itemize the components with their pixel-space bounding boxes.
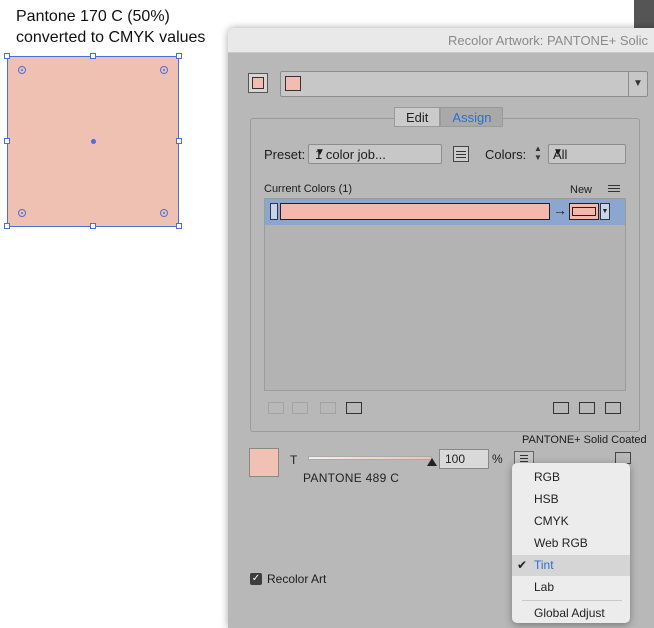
color-list-menu-icon[interactable] <box>608 185 620 193</box>
menu-item-cmyk[interactable]: CMYK <box>512 511 630 532</box>
color-name: PANTONE 489 C <box>303 471 400 485</box>
find-color-icon[interactable] <box>605 402 621 414</box>
color-mode-menu: RGB HSB CMYK Web RGB ✔ Tint Lab Global Ad… <box>512 463 630 623</box>
menu-item-web-rgb[interactable]: Web RGB <box>512 533 630 554</box>
chevron-down-icon: ▼ <box>553 147 563 158</box>
new-color-swatch[interactable] <box>569 203 599 220</box>
preset-select[interactable]: 1 color job... ▼ <box>308 144 442 164</box>
colors-select[interactable]: All ▼ <box>548 144 626 164</box>
tint-slider[interactable] <box>308 456 432 460</box>
color-row[interactable]: → ▼ <box>265 199 625 225</box>
menu-item-label: Web RGB <box>534 536 588 550</box>
selection-handle[interactable] <box>4 138 10 144</box>
colors-stepper[interactable]: ▲ ▼ <box>532 144 544 164</box>
selection-handle[interactable] <box>90 53 96 59</box>
menu-item-lab[interactable]: Lab <box>512 577 630 598</box>
tint-value-field[interactable]: 100 <box>439 449 489 469</box>
preset-label: Preset: <box>264 147 306 162</box>
tint-slider-thumb[interactable] <box>427 458 437 466</box>
color-list-tools <box>268 402 624 418</box>
percent-label: % <box>492 452 503 466</box>
exclude-colors-icon[interactable] <box>320 402 336 414</box>
selection-handle[interactable] <box>176 53 182 59</box>
separate-colors-icon[interactable] <box>292 402 308 414</box>
chevron-down-icon[interactable]: ▼ <box>600 203 610 220</box>
center-point <box>91 139 96 144</box>
row-grip-icon[interactable] <box>270 203 278 220</box>
menu-item-hsb[interactable]: HSB <box>512 489 630 510</box>
check-icon: ✓ <box>250 573 262 585</box>
chevron-down-icon: ▼ <box>315 147 325 158</box>
menu-item-label: RGB <box>534 470 561 484</box>
swatch-library-label: PANTONE+ Solid Coated <box>522 434 647 446</box>
chevron-down-icon: ▼ <box>628 72 647 96</box>
randomly-change-saturation-icon[interactable] <box>579 402 595 414</box>
recolor-art-label: Recolor Art <box>267 572 327 586</box>
menu-item-label: HSB <box>534 492 559 506</box>
color-list: → ▼ <box>264 198 626 391</box>
tab-edit[interactable]: Edit <box>394 107 441 127</box>
menu-item-tint[interactable]: ✔ Tint <box>512 555 630 576</box>
annotation-text: Pantone 170 C (50%) converted to CMYK va… <box>16 6 205 48</box>
annotation-line-2: converted to CMYK values <box>16 29 206 46</box>
get-colors-button[interactable] <box>248 73 268 93</box>
harmony-swatch <box>285 76 301 91</box>
harmony-rules-select[interactable]: ▼ <box>280 71 648 97</box>
annotation-line-1: Pantone 170 C (50%) <box>16 8 170 25</box>
selection-handle[interactable] <box>176 138 182 144</box>
menu-item-global-adjust[interactable]: Global Adjust <box>512 603 630 623</box>
background-window <box>634 0 654 28</box>
menu-item-rgb[interactable]: RGB <box>512 467 630 488</box>
menu-separator <box>522 600 622 601</box>
corner-radius-widget[interactable] <box>18 209 26 217</box>
tint-label: T <box>290 453 298 467</box>
dialog-titlebar[interactable]: Recolor Artwork: PANTONE+ Solic <box>228 28 654 53</box>
randomly-change-order-icon[interactable] <box>553 402 569 414</box>
corner-radius-widget[interactable] <box>160 66 168 74</box>
colors-label: Colors: <box>485 147 527 162</box>
checkmark-icon: ✔ <box>517 558 528 572</box>
selection-handle[interactable] <box>4 223 10 229</box>
arrow-right-icon[interactable]: → <box>553 202 567 218</box>
corner-radius-widget[interactable] <box>18 66 26 74</box>
corner-radius-widget[interactable] <box>160 209 168 217</box>
selection-handle[interactable] <box>90 223 96 229</box>
dialog-title: Recolor Artwork: PANTONE+ Solic <box>448 33 648 48</box>
color-group-swatch <box>252 77 264 89</box>
mode-tabs: Edit Assign <box>394 107 504 127</box>
new-column-label: New <box>570 184 593 196</box>
selection-handle[interactable] <box>4 53 10 59</box>
menu-item-label: CMYK <box>534 514 569 528</box>
new-row-icon[interactable] <box>346 402 362 414</box>
tab-assign[interactable]: Assign <box>440 107 504 127</box>
menu-item-label: Lab <box>534 580 555 594</box>
current-color-bar[interactable] <box>280 203 550 220</box>
menu-item-label: Tint <box>534 558 554 572</box>
preset-options-icon[interactable] <box>453 146 469 162</box>
artwork-rectangle[interactable] <box>4 53 182 229</box>
active-color-swatch <box>249 448 279 477</box>
current-colors-title: Current Colors (1) <box>264 183 353 195</box>
menu-item-label: Global Adjust <box>534 606 605 620</box>
merge-colors-icon[interactable] <box>268 402 284 414</box>
selection-handle[interactable] <box>176 223 182 229</box>
